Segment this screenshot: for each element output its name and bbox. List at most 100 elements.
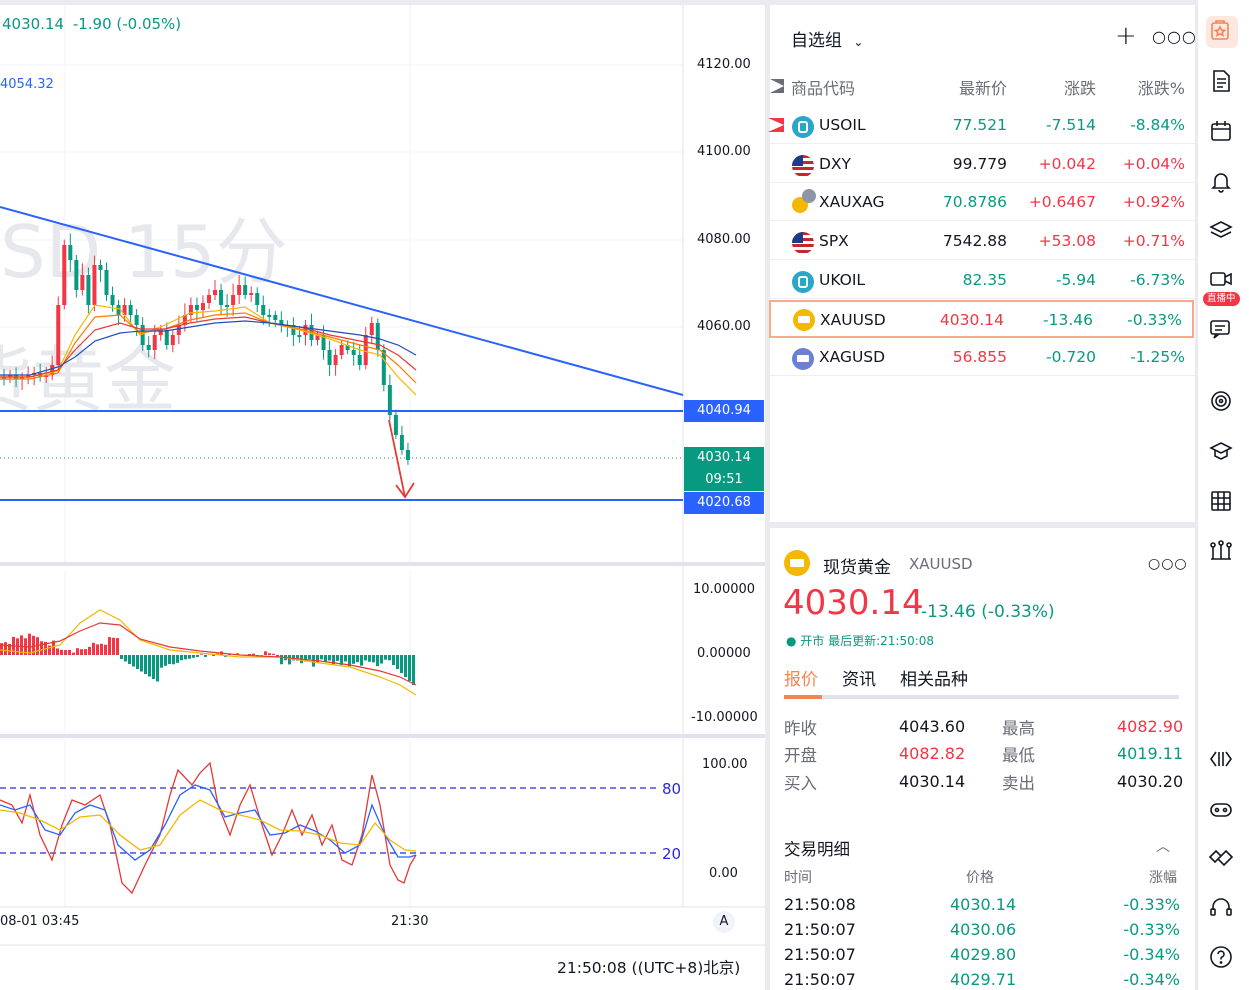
trade-row: 21:50:07 4029.80 -0.34% — [770, 945, 1195, 969]
last-price-tag: 4030.14 — [684, 447, 764, 469]
macd-bar — [76, 648, 79, 655]
macd-bar — [392, 655, 395, 665]
more-icon[interactable]: ○○○ — [1148, 556, 1188, 572]
row-change: -13.46 — [1043, 311, 1093, 329]
candle-body — [333, 355, 338, 365]
watchlist-row[interactable]: USOIL 77.521 -7.514 -8.84% — [768, 106, 1195, 144]
oil-icon — [792, 271, 814, 293]
macd-histogram — [0, 633, 415, 685]
macd-bar — [140, 655, 143, 672]
tab-quote[interactable]: 报价 — [784, 665, 818, 690]
candle-body — [327, 350, 332, 365]
level-upper-tag[interactable]: 4040.94 — [684, 400, 764, 422]
watchlist-row[interactable]: DXY 99.779 +0.042 +0.04% — [770, 145, 1195, 183]
watchlist-row[interactable]: XAGUSD 56.855 -0.720 -1.25% — [770, 338, 1195, 376]
stoch-20-label: 20 — [662, 845, 681, 863]
macd-bar — [352, 655, 355, 664]
macd-bar — [4, 642, 7, 655]
candle-body — [164, 330, 169, 345]
watchlist-title[interactable]: 自选组 ⌄ — [791, 26, 863, 51]
prev-close-value: 4043.60 — [899, 717, 966, 736]
table-icon[interactable] — [1207, 487, 1239, 519]
candle-body — [405, 450, 410, 460]
level-lower-tag[interactable]: 4020.68 — [684, 492, 764, 514]
notes-icon[interactable] — [1207, 67, 1239, 99]
more-icon[interactable]: ○○○ — [1152, 27, 1197, 46]
network-icon[interactable] — [1207, 536, 1239, 568]
instrument-symbol: XAUUSD — [909, 555, 973, 573]
row-change-pct: -1.25% — [1130, 348, 1185, 366]
bell-icon[interactable] — [1207, 167, 1239, 199]
col-change[interactable]: 涨跌 — [1064, 75, 1096, 99]
price-chart[interactable]: SD 15分 货黄金 — [0, 5, 765, 990]
candle-body — [194, 305, 199, 310]
chevron-up-icon[interactable]: ︿ — [1156, 836, 1170, 856]
ask-value: 4030.20 — [1117, 772, 1184, 791]
trade-pct: -0.33% — [1123, 895, 1180, 914]
watchlist-row[interactable]: UKOIL 82.35 -5.94 -6.73% — [770, 261, 1195, 299]
row-price: 82.35 — [962, 271, 1007, 289]
col-symbol[interactable]: 商品代码 — [791, 75, 855, 99]
low-label: 最低 — [1002, 746, 1035, 765]
macd-axis-label: 0.00000 — [697, 646, 751, 661]
layers-icon[interactable] — [1207, 217, 1239, 249]
tab-news[interactable]: 资讯 — [842, 665, 876, 690]
trade-time: 21:50:07 — [784, 920, 856, 939]
trade-pct: -0.34% — [1123, 970, 1180, 989]
handshake-icon[interactable] — [1207, 843, 1239, 875]
robot-icon[interactable] — [1207, 795, 1239, 827]
candle-body — [98, 265, 103, 270]
row-symbol: XAUXAG — [819, 193, 885, 211]
row-symbol: XAGUSD — [819, 348, 886, 366]
watchlist-star-icon[interactable] — [1206, 16, 1238, 48]
headset-icon[interactable] — [1207, 893, 1239, 925]
code-brackets-icon[interactable] — [1207, 745, 1239, 777]
target-icon[interactable] — [1207, 387, 1239, 419]
row-price: 7542.88 — [942, 232, 1007, 250]
macd-bar — [404, 655, 407, 677]
watchlist-row[interactable]: SPX 7542.88 +53.08 +0.71% — [770, 222, 1195, 260]
live-badge: 直播中 — [1203, 292, 1240, 306]
trades-col-pct: 涨幅 — [1149, 870, 1177, 886]
clock-timezone[interactable]: 21:50:08 ((UTC+8)北京) — [557, 956, 740, 978]
candle-body — [146, 345, 151, 350]
chat-icon[interactable] — [1207, 315, 1239, 347]
auto-scale-button[interactable]: A — [713, 911, 735, 933]
candle-body — [273, 315, 278, 320]
macd-bar — [144, 655, 147, 674]
calendar-icon[interactable] — [1207, 117, 1239, 149]
red-flag-icon[interactable] — [768, 118, 784, 132]
macd-bar — [116, 638, 119, 655]
watchlist-row[interactable]: XAUXAG 70.8786 +0.6467 +0.92% — [770, 183, 1195, 221]
macd-bar — [380, 655, 383, 664]
chart-panel[interactable]: SD 15分 货黄金 — [0, 5, 765, 990]
add-symbol-icon[interactable]: + — [1115, 21, 1137, 51]
trades-title[interactable]: 交易明细 — [784, 836, 850, 860]
macd-bar — [132, 655, 135, 667]
macd-bar — [120, 655, 123, 659]
row-change: -7.514 — [1046, 116, 1096, 134]
chevron-down-icon: ⌄ — [853, 35, 864, 49]
macd-bar — [40, 641, 43, 655]
macd-bar — [96, 644, 99, 655]
candle-body — [399, 435, 404, 450]
candle-body — [297, 335, 302, 337]
candle-body — [128, 305, 133, 315]
macd-bar — [28, 633, 31, 655]
education-icon[interactable] — [1207, 437, 1239, 469]
candle-body — [381, 350, 386, 385]
watermark-symbol: SD 15分 — [0, 210, 288, 294]
trades-col-price: 价格 — [966, 870, 994, 886]
candle-body — [363, 335, 368, 365]
watchlist-row-selected[interactable]: XAUUSD 4030.14 -13.46 -0.33% — [769, 300, 1194, 338]
help-icon[interactable] — [1207, 943, 1239, 975]
macd-bar — [328, 655, 331, 661]
macd-bar — [264, 651, 267, 655]
stoch-axis-label: 0.00 — [709, 866, 738, 881]
candle-body — [261, 305, 266, 315]
col-change-pct[interactable]: 涨跌% — [1138, 75, 1185, 99]
tab-related[interactable]: 相关品种 — [900, 665, 968, 690]
watchlist-title-label: 自选组 — [791, 31, 842, 51]
gold-icon — [793, 309, 815, 331]
col-price[interactable]: 最新价 — [959, 75, 1007, 99]
